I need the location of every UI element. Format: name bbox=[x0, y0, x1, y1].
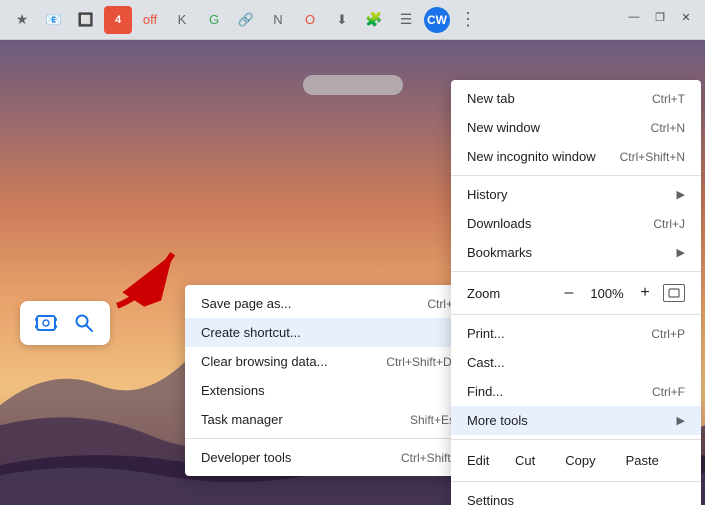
zoom-out-button[interactable]: – bbox=[557, 281, 581, 305]
separator-2 bbox=[451, 271, 701, 272]
menu-item-create-shortcut[interactable]: Create shortcut... bbox=[185, 318, 477, 347]
url-bar bbox=[303, 75, 403, 95]
menu-item-new-incognito[interactable]: New incognito window Ctrl+Shift+N bbox=[451, 142, 701, 171]
menu-item-cast[interactable]: Cast... bbox=[451, 348, 701, 377]
cut-button[interactable]: Cut bbox=[501, 448, 549, 473]
menu-item-save-page[interactable]: Save page as... Ctrl+S bbox=[185, 289, 477, 318]
menu-item-new-tab[interactable]: New tab Ctrl+T bbox=[451, 84, 701, 113]
screenshot-icon[interactable] bbox=[32, 309, 60, 337]
ext-icon-5[interactable]: K bbox=[168, 6, 196, 34]
more-tools-separator bbox=[185, 438, 477, 439]
zoom-fullscreen-button[interactable] bbox=[663, 284, 685, 302]
menu-item-more-tools[interactable]: More tools ▶ bbox=[451, 406, 701, 435]
search-icon[interactable] bbox=[70, 309, 98, 337]
menu-item-task-manager[interactable]: Task manager Shift+Esc bbox=[185, 405, 477, 434]
copy-button[interactable]: Copy bbox=[551, 448, 609, 473]
ext-icon-9[interactable]: O bbox=[296, 6, 324, 34]
close-button[interactable]: ✕ bbox=[677, 8, 695, 26]
ext-icon-8[interactable]: N bbox=[264, 6, 292, 34]
ext-icon-7[interactable]: 🔗 bbox=[232, 6, 260, 34]
menu-item-extensions[interactable]: Extensions bbox=[185, 376, 477, 405]
zoom-row: Zoom – 100% + bbox=[451, 276, 701, 310]
menu-item-downloads[interactable]: Downloads Ctrl+J bbox=[451, 209, 701, 238]
ext-icon-10[interactable]: ⬇ bbox=[328, 6, 356, 34]
more-tools-submenu: Save page as... Ctrl+S Create shortcut..… bbox=[185, 285, 477, 476]
ext-icon-4[interactable]: off bbox=[136, 6, 164, 34]
chrome-context-menu: New tab Ctrl+T New window Ctrl+N New inc… bbox=[451, 80, 701, 505]
ext-icon-6[interactable]: G bbox=[200, 6, 228, 34]
ext-icon-2[interactable]: 🔲 bbox=[72, 6, 100, 34]
menu-item-devtools[interactable]: Developer tools Ctrl+Shift+I bbox=[185, 443, 477, 472]
profile-avatar[interactable]: CW bbox=[424, 7, 450, 33]
browser-topbar: ★ 📧 🔲 4 off K G 🔗 N O ⬇ 🧩 ☰ CW ⋮ — ❐ ✕ bbox=[0, 0, 705, 40]
more-options-icon[interactable]: ⋮ bbox=[454, 6, 482, 34]
ext-icon-3[interactable]: 4 bbox=[104, 6, 132, 34]
page-toolbar bbox=[20, 301, 110, 345]
separator-1 bbox=[451, 175, 701, 176]
minimize-button[interactable]: — bbox=[625, 8, 643, 26]
toolbar-icons: ★ 📧 🔲 4 off K G 🔗 N O ⬇ 🧩 ☰ CW ⋮ bbox=[8, 6, 697, 34]
zoom-in-button[interactable]: + bbox=[633, 281, 657, 305]
menu-item-settings[interactable]: Settings bbox=[451, 486, 701, 505]
separator-4 bbox=[451, 439, 701, 440]
separator-5 bbox=[451, 481, 701, 482]
menu-item-clear-browsing[interactable]: Clear browsing data... Ctrl+Shift+Del bbox=[185, 347, 477, 376]
separator-3 bbox=[451, 314, 701, 315]
extensions-icon[interactable]: 🧩 bbox=[360, 6, 388, 34]
bookmark-icon[interactable]: ★ bbox=[8, 6, 36, 34]
menu-item-history[interactable]: History ▶ bbox=[451, 180, 701, 209]
main-content: Save page as... Ctrl+S Create shortcut..… bbox=[0, 40, 705, 505]
menu-item-bookmarks[interactable]: Bookmarks ▶ bbox=[451, 238, 701, 267]
edit-row: Edit Cut Copy Paste bbox=[451, 444, 701, 477]
window-controls: — ❐ ✕ bbox=[625, 8, 695, 26]
menu-item-find[interactable]: Find... Ctrl+F bbox=[451, 377, 701, 406]
maximize-button[interactable]: ❐ bbox=[651, 8, 669, 26]
menu-item-new-window[interactable]: New window Ctrl+N bbox=[451, 113, 701, 142]
ext-icon-1[interactable]: 📧 bbox=[40, 6, 68, 34]
chrome-menu-icon[interactable]: ☰ bbox=[392, 6, 420, 34]
paste-button[interactable]: Paste bbox=[612, 448, 673, 473]
menu-item-print[interactable]: Print... Ctrl+P bbox=[451, 319, 701, 348]
zoom-controls: – 100% + bbox=[557, 281, 685, 305]
